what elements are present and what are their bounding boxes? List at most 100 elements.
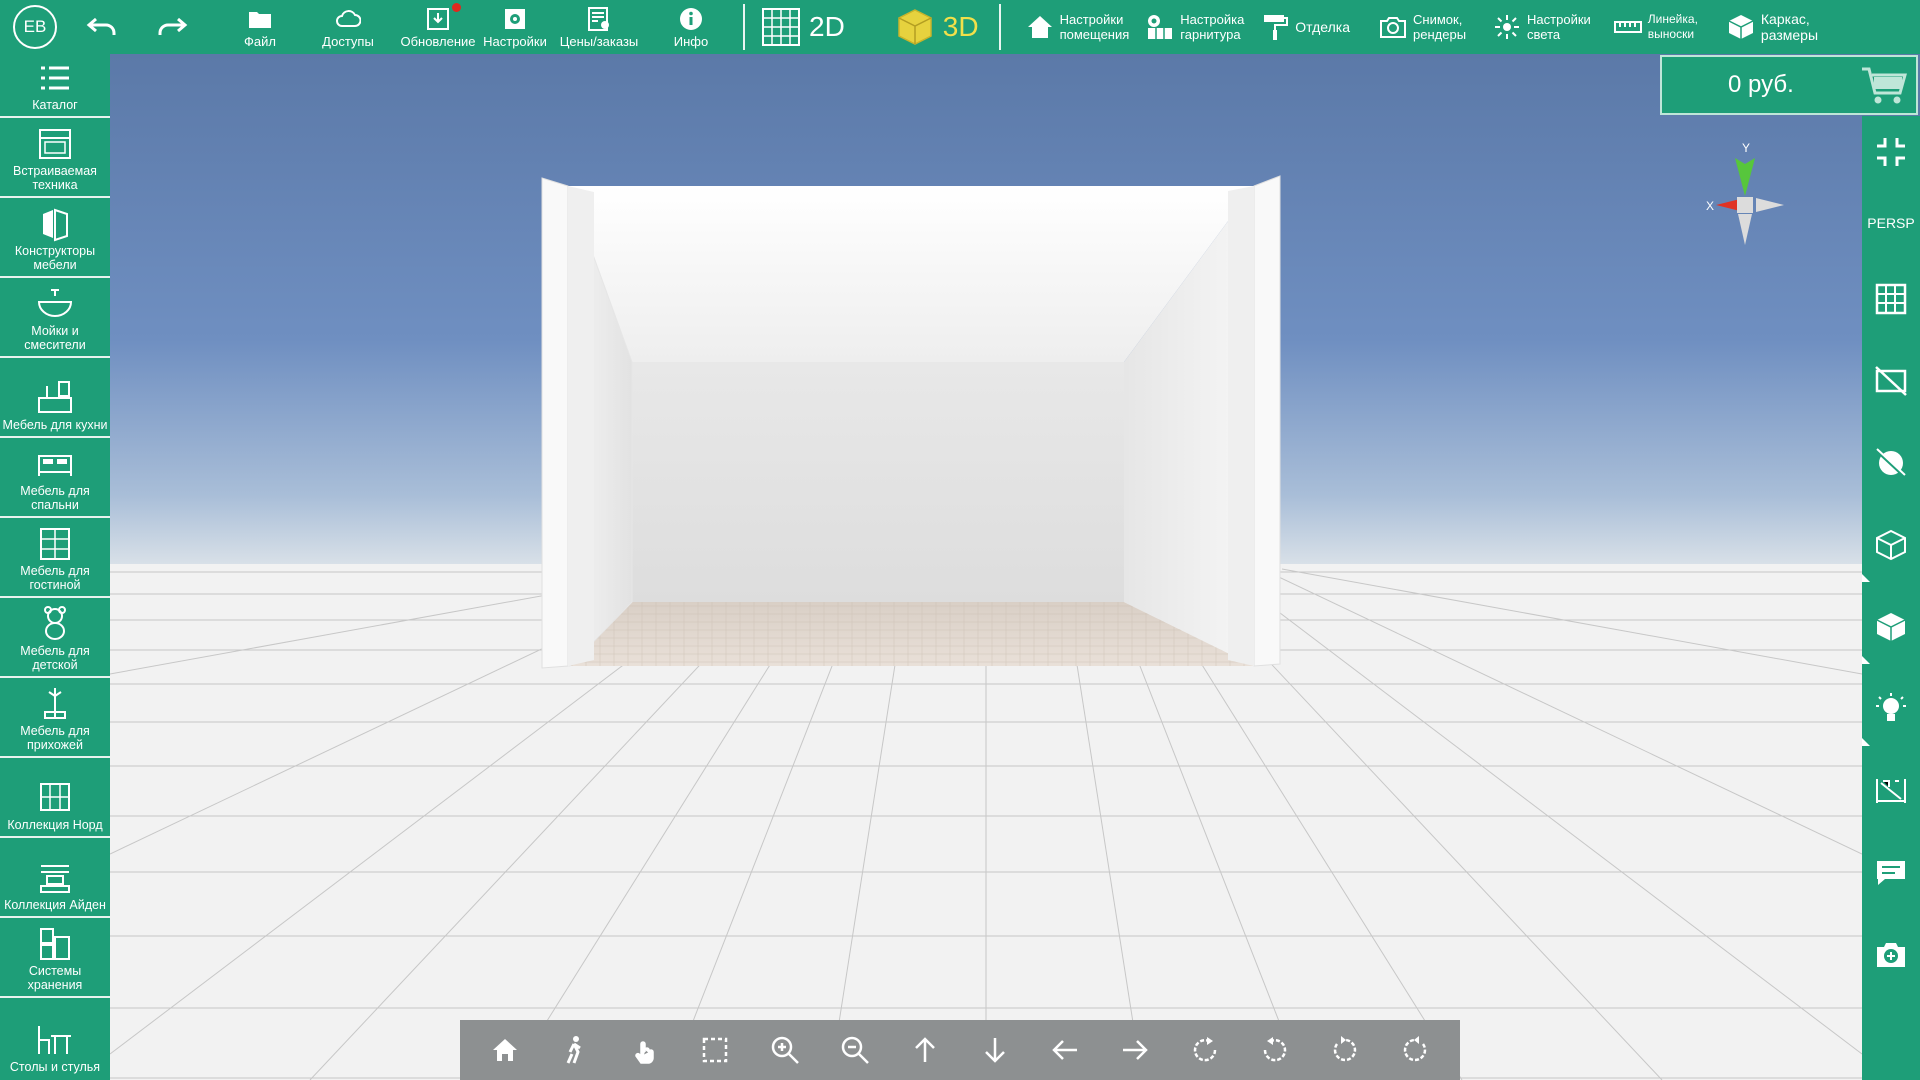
grid-button[interactable] [1862,258,1920,340]
ruler-line1: Линейка, [1647,12,1698,26]
rotate-left-button[interactable] [1319,1024,1371,1076]
home-view-button[interactable] [479,1024,531,1076]
settings-button[interactable]: Настройки [479,0,551,54]
wireframe-button[interactable] [1862,504,1920,586]
dimensions-button[interactable] [1862,750,1920,832]
table-chair-icon [38,1026,71,1054]
sidebar-item-aiden-collection[interactable]: Коллекция Айден [0,838,110,918]
mode-3d-label: 3D [942,11,979,42]
walk-button[interactable] [549,1024,601,1076]
compass-neg-y-arrow [1738,214,1752,245]
hide-walls-icon [1875,366,1907,396]
compass-y-arrow [1735,158,1755,196]
prices-orders-button[interactable]: Цены/заказы [551,0,647,54]
finishing-button[interactable]: Отделка [1252,0,1358,54]
axis-compass[interactable]: Y X [1700,138,1820,258]
lighting-button[interactable] [1862,668,1920,750]
price-cart[interactable]: 0 руб. [1660,55,1918,115]
solid-cube-icon [1876,613,1906,641]
mode-3d-button[interactable]: 3D [885,0,989,54]
sidebar-item-catalog[interactable]: Каталог [0,54,110,118]
redo-icon[interactable] [145,0,199,54]
compass-neg-x-arrow [1756,198,1784,212]
rotate-right-button[interactable] [1389,1024,1441,1076]
furniture-builder-icon [43,208,68,242]
sidebar-item-label: Столы и стулья [9,1060,101,1074]
sidebar-item-furniture-builders[interactable]: Конструкторы мебели [0,198,110,278]
sidebar-item-label: Мебель для гостиной [20,564,90,592]
zoom-out-button[interactable] [829,1024,881,1076]
sidebar-item-label: Конструкторы мебели [14,244,96,272]
hide-walls-button[interactable] [1862,340,1920,422]
snapshot-render-button[interactable]: Снимок, рендеры [1370,0,1474,54]
select-area-button[interactable] [689,1024,741,1076]
toolbar-separator [998,4,1001,50]
rotate-button[interactable] [1179,1024,1231,1076]
room-settings-button[interactable]: Настройки помещения [1017,0,1138,54]
move-left-button[interactable] [1039,1024,1091,1076]
right-wall-edge [1253,175,1281,667]
move-down-button[interactable] [969,1024,1021,1076]
info-label: Инфо [673,33,709,49]
comments-button[interactable] [1862,832,1920,914]
sidebar-item-storage-systems[interactable]: Системы хранения [0,918,110,998]
compass-x-label: X [1706,199,1714,213]
sidebar-item-sinks-faucets[interactable]: Мойки и смесители [0,278,110,358]
avatar[interactable]: EB [13,5,57,49]
persp-label: PERSP [1867,215,1915,231]
room-scene [110,175,1862,1080]
rotate-right-icon [1403,1036,1427,1062]
zoom-in-icon [771,1036,799,1064]
sidebar-item-kids-room[interactable]: Мебель для детской [0,598,110,678]
update-button[interactable]: Обновление [397,0,479,54]
dimensions-icon [1876,779,1906,803]
bed-icon [38,455,72,476]
add-camera-button[interactable] [1862,914,1920,996]
sidebar-item-label: Мебель для детской [20,644,90,672]
info-button[interactable]: Инфо [661,0,721,54]
mode-2d-button[interactable]: 2D [751,0,855,54]
view-options-panel: PERSP [1862,116,1920,1080]
furniture-settings-line1: Настройка [1180,12,1245,27]
sidebar-item-built-in-appliances[interactable]: Встраиваемая техника [0,118,110,198]
collapse-button[interactable] [1862,116,1920,188]
price-list-icon [588,6,609,31]
move-up-button[interactable] [899,1024,951,1076]
solid-view-button[interactable] [1862,586,1920,668]
sidebar-item-hallway[interactable]: Мебель для прихожей [0,678,110,758]
pan-button[interactable] [619,1024,671,1076]
sidebar-item-tables-chairs[interactable]: Столы и стулья [0,998,110,1078]
textures-toggle-button[interactable] [1862,422,1920,504]
sidebar-item-label: Мебель для прихожей [20,724,90,752]
access-button[interactable]: Доступы [313,0,383,54]
furniture-settings-button[interactable]: Настройка гарнитура [1137,0,1252,54]
sidebar-item-nord-collection[interactable]: Коллекция Норд [0,758,110,838]
grid-icon [1875,283,1907,315]
sidebar-item-living-room[interactable]: Мебель для гостиной [0,518,110,598]
ruler-button[interactable]: Линейка, выноски [1605,0,1706,54]
light-bulb-icon [1876,693,1906,721]
perspective-toggle[interactable]: PERSP [1862,188,1920,258]
undo-icon[interactable] [75,0,129,54]
cloud-icon [336,9,361,27]
wireframe-cube-icon [1876,529,1906,561]
rotate-icon [1193,1037,1217,1062]
rotate-back-button[interactable] [1249,1024,1301,1076]
sidebar-item-label: Каталог [32,98,78,112]
file-label: Файл [244,33,276,49]
walk-icon [566,1036,581,1064]
frame-dimensions-button[interactable]: Каркас, размеры [1718,0,1826,54]
sidebar-item-label: Мебель для кухни [2,418,108,432]
3d-viewport[interactable] [110,54,1862,1080]
list-icon [41,66,69,90]
back-wall[interactable] [632,362,1124,602]
file-button[interactable]: Файл [225,0,295,54]
sidebar-item-kitchen[interactable]: Мебель для кухни [0,358,110,438]
access-label: Доступы [322,33,374,49]
light-settings-button[interactable]: Настройки света [1484,0,1599,54]
prices-orders-label: Цены/заказы [559,33,639,49]
zoom-in-button[interactable] [759,1024,811,1076]
move-right-button[interactable] [1109,1024,1161,1076]
ruler-line2: выноски [1647,27,1695,41]
sidebar-item-bedroom[interactable]: Мебель для спальни [0,438,110,518]
